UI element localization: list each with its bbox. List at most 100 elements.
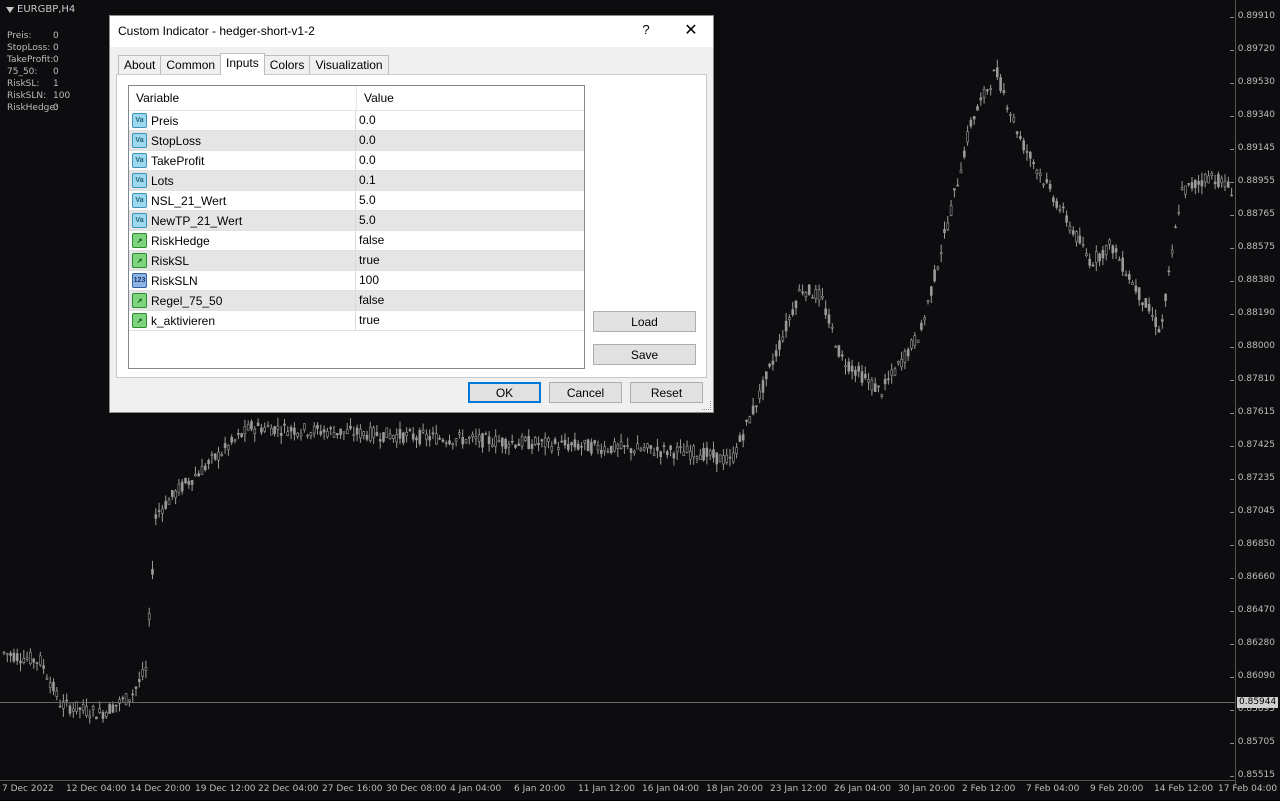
candle-body: [260, 427, 263, 433]
input-row-nsl-21-wert[interactable]: Va NSL_21_Wert 5.0: [129, 191, 584, 211]
dialog-titlebar[interactable]: Custom Indicator - hedger-short-v1-2 ? ✕: [110, 16, 713, 47]
column-header-variable[interactable]: Variable: [129, 86, 357, 110]
input-row-risksln[interactable]: 123 RiskSLN 100: [129, 271, 584, 291]
candle-body: [167, 499, 171, 505]
candle-body: [1180, 187, 1184, 190]
input-row-preis[interactable]: Va Preis 0.0: [129, 111, 584, 131]
reset-button[interactable]: Reset: [630, 382, 703, 403]
candle-body: [438, 437, 441, 440]
candle-body: [1190, 182, 1194, 189]
input-row-newtp-21-wert[interactable]: Va NewTP_21_Wert 5.0: [129, 211, 584, 231]
variable-cell: ↗ RiskSL: [129, 251, 356, 270]
candle-body: [81, 704, 85, 711]
candle-body: [448, 440, 451, 445]
input-row-risksl[interactable]: ↗ RiskSL true: [129, 251, 584, 271]
tab-inputs[interactable]: Inputs: [220, 53, 265, 75]
candle-body: [22, 657, 26, 664]
candle-body: [962, 150, 966, 158]
info-value: 1: [53, 79, 59, 89]
time-tick-label: 14 Feb 12:00: [1154, 784, 1214, 794]
candle-body: [636, 443, 639, 450]
boolean-type-icon: ↗: [132, 233, 147, 248]
candle-body: [906, 349, 910, 357]
candle-body: [144, 667, 148, 671]
candle-body: [698, 454, 702, 460]
input-row-regel-75-50[interactable]: ↗ Regel_75_50 false: [129, 291, 584, 311]
candle-body: [844, 365, 847, 368]
candle-body: [1187, 183, 1190, 185]
input-row-riskhedge[interactable]: ↗ RiskHedge false: [129, 231, 584, 251]
candle-body: [332, 432, 336, 438]
input-row-k-aktivieren[interactable]: ↗ k_aktivieren true: [129, 311, 584, 331]
candle-body: [1104, 245, 1108, 256]
candle-body: [576, 443, 580, 450]
tab-about[interactable]: About: [118, 55, 162, 75]
candle-body: [741, 434, 745, 441]
tab-colors[interactable]: Colors: [263, 55, 311, 75]
value-cell[interactable]: 100: [356, 271, 379, 290]
value-cell[interactable]: 0.1: [356, 171, 376, 190]
resize-grip-icon[interactable]: [702, 401, 711, 410]
candle-body: [850, 365, 854, 372]
candle-body: [613, 441, 616, 452]
value-cell[interactable]: 0.0: [356, 131, 376, 150]
candle-body: [342, 431, 346, 434]
candle-body: [484, 433, 488, 436]
input-row-takeprofit[interactable]: Va TakeProfit 0.0: [129, 151, 584, 171]
value-cell[interactable]: 0.0: [356, 151, 376, 170]
candle-body: [1230, 194, 1233, 197]
ok-button[interactable]: OK: [468, 382, 541, 403]
candle-body: [685, 445, 689, 454]
candle-body: [441, 439, 445, 442]
candle-body: [1220, 178, 1223, 184]
value-cell[interactable]: true: [356, 251, 380, 270]
candle-body: [722, 455, 725, 465]
value-cell[interactable]: 5.0: [356, 211, 376, 230]
price-tick-label: 0.85705: [1229, 737, 1275, 747]
info-label: StopLoss:: [7, 43, 51, 53]
time-axis[interactable]: 7 Dec 2022 12 Dec 04:00 14 Dec 20:00 19 Dec…: [0, 780, 1277, 801]
variable-cell: ↗ RiskHedge: [129, 231, 356, 250]
column-header-value[interactable]: Value: [357, 86, 394, 110]
variable-name: Regel_75_50: [151, 293, 223, 308]
candle-body: [976, 106, 979, 111]
candle-body: [1137, 287, 1141, 300]
cancel-button[interactable]: Cancel: [549, 382, 622, 403]
candle-body: [596, 445, 600, 451]
price-axis[interactable]: 0.89910 0.89720 0.89530 0.89340 0.89145 0.889…: [1229, 0, 1280, 785]
candle-body: [151, 568, 154, 575]
value-cell[interactable]: 5.0: [356, 191, 376, 210]
candle-body: [1085, 253, 1088, 256]
input-row-lots[interactable]: Va Lots 0.1: [129, 171, 584, 191]
tab-common[interactable]: Common: [160, 55, 222, 75]
candle-body: [708, 450, 712, 456]
symbol-text: EURGBP,H4: [17, 4, 76, 15]
close-icon[interactable]: ✕: [680, 20, 702, 40]
time-tick-label: 19 Dec 12:00: [195, 784, 256, 794]
info-value: 0: [53, 55, 59, 65]
load-button[interactable]: Load: [593, 311, 696, 332]
value-cell[interactable]: false: [356, 291, 384, 310]
candle-body: [1029, 151, 1032, 159]
candle-body: [788, 317, 791, 320]
save-button[interactable]: Save: [593, 344, 696, 365]
candle-body: [359, 428, 362, 439]
candle-body: [774, 350, 778, 357]
candle-body: [253, 428, 257, 434]
value-cell[interactable]: 0.0: [356, 111, 376, 130]
candle-body: [108, 704, 111, 714]
info-row: 75_50: 0: [7, 66, 70, 78]
candle-body: [38, 655, 42, 666]
value-cell[interactable]: true: [356, 311, 380, 330]
help-icon[interactable]: ?: [638, 22, 654, 37]
tab-visualization[interactable]: Visualization: [309, 55, 389, 75]
candle-body: [157, 510, 161, 512]
value-cell[interactable]: false: [356, 231, 384, 250]
symbol-label[interactable]: EURGBP,H4: [6, 4, 75, 15]
candle-body: [388, 433, 392, 440]
variable-cell: ↗ Regel_75_50: [129, 291, 356, 310]
candle-body: [603, 446, 606, 452]
price-tick-label: 0.87810: [1229, 374, 1275, 384]
input-row-stoploss[interactable]: Va StopLoss 0.0: [129, 131, 584, 151]
candle-body: [784, 320, 788, 332]
